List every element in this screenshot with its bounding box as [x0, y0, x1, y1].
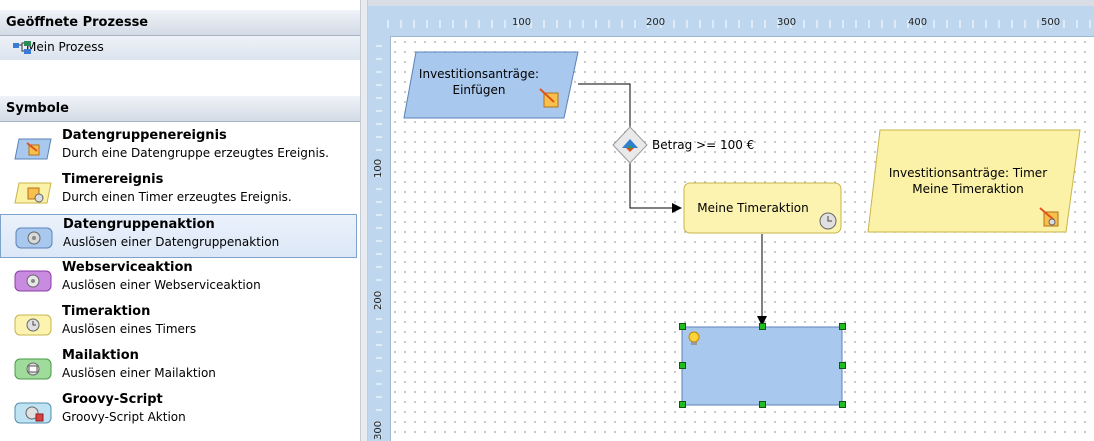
resize-handle-bottom-right[interactable]	[839, 401, 846, 408]
arrowhead	[672, 203, 682, 213]
event-datengruppe-label: Investitionsanträge: Einfügen	[414, 66, 544, 98]
symbol-mailaktion[interactable]: Mailaktion Auslösen einer Mailaktion	[0, 346, 357, 390]
resize-handle-bottom-left[interactable]	[679, 401, 686, 408]
symbol-timeraktion[interactable]: Timeraktion Auslösen eines Timers	[0, 302, 357, 346]
symbol-desc: Groovy-Script Aktion	[62, 410, 186, 424]
selected-node-shape[interactable]	[681, 326, 843, 406]
mail-action-icon	[14, 358, 52, 380]
event-timer-label: Investitionsanträge: Timer Meine Timerak…	[878, 165, 1058, 197]
event1-line2: Einfügen	[452, 83, 506, 97]
process-icon	[13, 41, 31, 54]
resize-handle-top-right[interactable]	[839, 323, 846, 330]
resize-handle-left[interactable]	[679, 362, 686, 369]
datagroup-event-icon	[14, 138, 52, 160]
symbol-groovy-script[interactable]: Groovy-Script Groovy-Script Aktion	[0, 390, 357, 434]
timer-event-icon	[14, 182, 52, 204]
process-label: Mein Prozess	[26, 40, 104, 54]
symbol-desc: Auslösen einer Mailaktion	[62, 366, 216, 380]
symbol-title: Datengruppenaktion	[63, 217, 215, 232]
timer-clock-icon	[819, 212, 837, 230]
resize-handle-bottom[interactable]	[759, 401, 766, 408]
resize-handle-top[interactable]	[759, 323, 766, 330]
symbol-title: Datengruppenereignis	[62, 128, 227, 143]
connector-condition-to-timer[interactable]	[629, 162, 674, 209]
condition-label: Betrag >= 100 €	[652, 138, 755, 152]
processes-header: Geöffnete Prozesse	[0, 10, 360, 36]
symbols-header: Symbole	[0, 96, 360, 122]
datagroup-action-icon	[15, 227, 53, 249]
process-item-mein-prozess[interactable]: Mein Prozess	[0, 36, 360, 60]
webservice-action-icon	[14, 270, 52, 292]
symbol-desc: Auslösen einer Webserviceaktion	[62, 278, 261, 292]
symbol-datengruppenereignis[interactable]: Datengruppenereignis Durch eine Datengru…	[0, 126, 357, 170]
symbol-webserviceaktion[interactable]: Webserviceaktion Auslösen einer Webservi…	[0, 258, 357, 302]
symbol-desc: Durch einen Timer erzeugtes Ereignis.	[62, 190, 292, 204]
symbol-title: Groovy-Script	[62, 392, 163, 407]
symbol-desc: Auslösen einer Datengruppenaktion	[63, 235, 280, 249]
groovy-script-icon	[14, 402, 52, 424]
symbol-timerereignis[interactable]: Timerereignis Durch einen Timer erzeugte…	[0, 170, 357, 214]
symbol-datengruppenaktion[interactable]: Datengruppenaktion Auslösen einer Dateng…	[0, 214, 357, 258]
symbol-title: Mailaktion	[62, 348, 139, 363]
event2-line1: Investitionsanträge: Timer	[888, 166, 1048, 180]
timer-action-icon	[14, 314, 52, 336]
symbol-title: Timeraktion	[62, 304, 151, 319]
symbol-title: Timerereignis	[62, 172, 164, 187]
symbol-title: Webserviceaktion	[62, 260, 193, 275]
panel-splitter[interactable]	[360, 0, 368, 441]
event2-line2: Meine Timeraktion	[912, 182, 1024, 196]
timer-action-label: Meine Timeraktion	[697, 201, 809, 215]
resize-handle-top-left[interactable]	[679, 323, 686, 330]
symbol-desc: Durch eine Datengruppe erzeugtes Ereigni…	[62, 146, 329, 160]
connector-event-to-condition[interactable]	[578, 83, 631, 128]
event1-line1: Investitionsanträge:	[418, 67, 540, 81]
resize-handle-right[interactable]	[839, 362, 846, 369]
symbol-desc: Auslösen eines Timers	[62, 322, 197, 336]
left-panel: Geöffnete Prozesse Mein Prozess Symbole …	[0, 0, 360, 441]
